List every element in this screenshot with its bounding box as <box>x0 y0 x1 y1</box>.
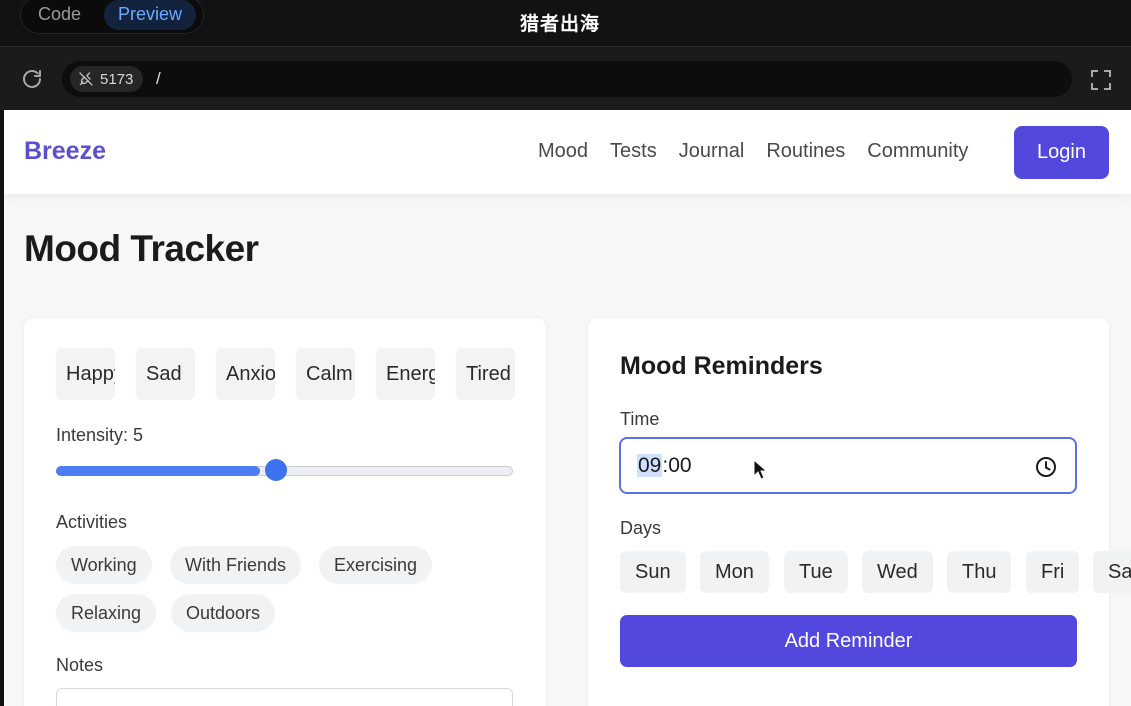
intensity-label: Intensity: 5 <box>56 425 144 445</box>
brand-logo[interactable]: Breeze <box>24 137 106 166</box>
top-navbar: Breeze Mood Tests Journal Routines Commu… <box>4 110 1131 194</box>
activity-outdoors[interactable]: Outdoors <box>171 594 276 632</box>
day-sun[interactable]: Sun <box>620 551 686 593</box>
mood-energetic[interactable]: Energetic <box>376 348 435 400</box>
address-bar: 5173 / <box>0 46 1131 110</box>
reload-icon[interactable] <box>20 67 44 91</box>
intensity-slider-thumb[interactable] <box>264 459 287 481</box>
nav-mood[interactable]: Mood <box>538 140 588 163</box>
activity-exercising[interactable]: Exercising <box>319 546 433 584</box>
mouse-cursor-icon <box>753 459 767 480</box>
mood-calm[interactable]: Calm <box>296 348 355 400</box>
day-tue[interactable]: Tue <box>784 551 848 593</box>
nav-routines[interactable]: Routines <box>766 140 845 163</box>
day-mon[interactable]: Mon <box>700 551 769 593</box>
days-label: Days <box>620 518 662 538</box>
day-fri[interactable]: Fri <box>1026 551 1080 593</box>
time-hour-segment[interactable]: 09 <box>637 454 663 477</box>
page-title: Mood Tracker <box>24 228 259 269</box>
fullscreen-icon[interactable] <box>1090 69 1112 91</box>
watermark: 猎者出海 <box>520 14 601 35</box>
time-minute-segment[interactable]: :00 <box>662 454 691 477</box>
mood-options: Happy Sad Anxious Calm Energetic Tired <box>56 348 516 400</box>
day-options: Sun Mon Tue Wed Thu Fri Sa <box>620 551 1131 595</box>
activity-relaxing[interactable]: Relaxing <box>56 594 157 632</box>
plug-off-icon <box>79 72 93 86</box>
nav-tests[interactable]: Tests <box>610 140 657 163</box>
activity-working[interactable]: Working <box>56 546 152 584</box>
reminders-title: Mood Reminders <box>620 352 823 380</box>
preview-tab[interactable]: Preview <box>104 0 197 30</box>
app-preview: Breeze Mood Tests Journal Routines Commu… <box>4 110 1131 706</box>
clock-icon[interactable] <box>1035 456 1057 478</box>
port-badge[interactable]: 5173 <box>70 66 144 92</box>
mood-sad[interactable]: Sad <box>136 348 195 400</box>
day-wed[interactable]: Wed <box>862 551 933 593</box>
time-input[interactable]: 09:00 <box>619 437 1077 494</box>
nav-community[interactable]: Community <box>867 140 968 163</box>
nav-links: Mood Tests Journal Routines Community <box>538 140 968 163</box>
notes-textarea[interactable] <box>56 688 513 706</box>
day-sat[interactable]: Sa <box>1093 551 1131 593</box>
activity-with-friends[interactable]: With Friends <box>170 546 302 584</box>
login-button[interactable]: Login <box>1014 126 1109 179</box>
mood-reminders-card: Mood Reminders Time 09:00 Days Sun Mon T… <box>588 318 1131 706</box>
activities-label: Activities <box>56 512 128 532</box>
mood-entry-card: Happy Sad Anxious Calm Energetic Tired I… <box>24 318 546 706</box>
notes-label: Notes <box>56 655 104 675</box>
time-label: Time <box>620 409 660 429</box>
intensity-slider-fill <box>56 466 260 476</box>
url-path: / <box>156 69 161 88</box>
view-toggle: Code Preview <box>20 0 204 34</box>
mood-anxious[interactable]: Anxious <box>216 348 275 400</box>
port-label: 5173 <box>100 70 134 88</box>
mood-tired[interactable]: Tired <box>456 348 515 400</box>
url-field[interactable]: 5173 / <box>62 61 1072 97</box>
nav-journal[interactable]: Journal <box>679 140 745 163</box>
time-value: 09:00 <box>637 454 692 478</box>
code-tab[interactable]: Code <box>24 0 95 30</box>
editor-topbar: Code Preview 猎者出海 <box>0 0 1131 46</box>
day-thu[interactable]: Thu <box>947 551 1012 593</box>
add-reminder-button[interactable]: Add Reminder <box>620 615 1077 667</box>
mood-happy[interactable]: Happy <box>56 348 115 400</box>
